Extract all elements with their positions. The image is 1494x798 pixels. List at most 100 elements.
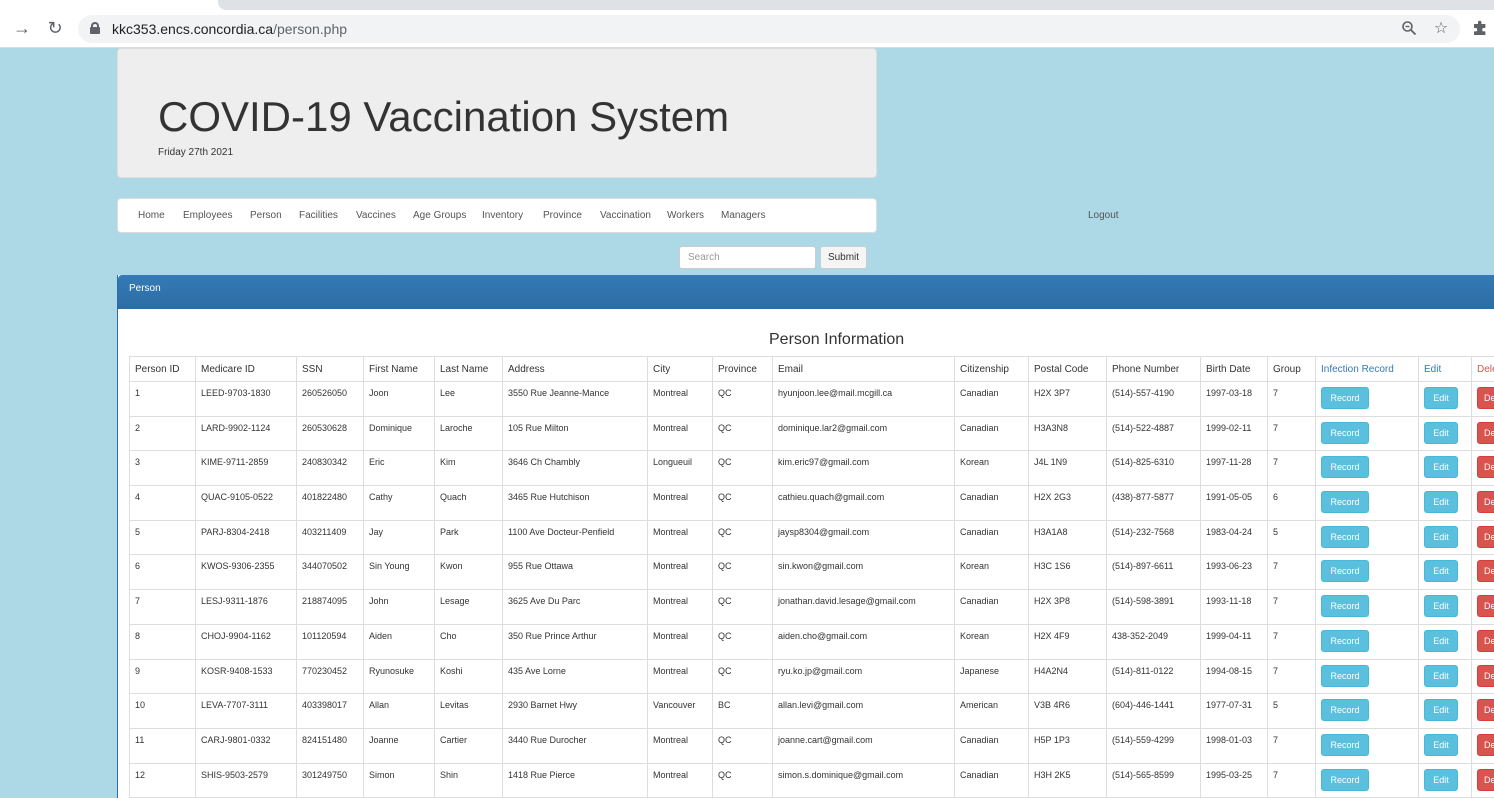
search-submit-button[interactable]: Submit — [820, 246, 867, 269]
cell-medicare-id: CHOJ-9904-1162 — [195, 623, 297, 660]
forward-icon[interactable]: → — [12, 18, 32, 38]
cell-group: 5 — [1267, 519, 1316, 556]
edit-button[interactable]: Edit — [1424, 664, 1458, 687]
record-button[interactable]: Record — [1321, 525, 1369, 548]
cell-birth-date: 1993-11-18 — [1200, 589, 1268, 625]
record-button[interactable]: Record — [1321, 491, 1369, 514]
logout-link[interactable]: Logout — [1088, 210, 1119, 221]
cell-first-name: Simon — [363, 762, 435, 798]
cell-ssn: 824151480 — [296, 727, 364, 764]
cell-birth-date: 1983-04-24 — [1200, 519, 1268, 556]
zoom-icon[interactable] — [1400, 20, 1418, 38]
url-text[interactable]: kkc353.encs.concordia.ca/person.php — [112, 21, 347, 37]
address-bar[interactable]: kkc353.encs.concordia.ca/person.php ☆ — [78, 15, 1460, 43]
cell-ssn: 401822480 — [296, 485, 364, 521]
extensions-puzzle-icon[interactable] — [1470, 19, 1490, 39]
cell-citizenship: Canadian — [954, 415, 1029, 452]
cell-first-name: Allan — [363, 693, 435, 729]
record-button[interactable]: Record — [1321, 421, 1369, 444]
nav-inventory[interactable]: Inventory — [482, 210, 523, 221]
record-button[interactable]: Record — [1321, 768, 1369, 791]
delete-button[interactable]: Delete — [1477, 733, 1494, 756]
column-header: Birth Date — [1200, 356, 1268, 382]
record-button[interactable]: Record — [1321, 387, 1369, 409]
edit-button[interactable]: Edit — [1424, 456, 1458, 479]
cell-city: Montreal — [647, 415, 713, 452]
nav-facilities[interactable]: Facilities — [299, 210, 338, 221]
edit-button[interactable]: Edit — [1424, 629, 1458, 652]
table-row: 12 SHIS-9503-2579 301249750 Simon Shin 1418 R… — [129, 762, 1494, 798]
cell-record-button: Record — [1315, 485, 1419, 521]
table-row: 6 KWOS-9306-2355 344070502 Sin Young Kwon 955… — [129, 554, 1494, 591]
edit-button[interactable]: Edit — [1424, 560, 1458, 583]
cell-city: Montreal — [647, 727, 713, 764]
cell-edit-button: Edit — [1418, 519, 1472, 556]
cell-first-name: Ryunosuke — [363, 658, 435, 695]
nav-employees[interactable]: Employees — [183, 210, 232, 221]
nav-home[interactable]: Home — [138, 210, 165, 221]
edit-button[interactable]: Edit — [1424, 525, 1458, 548]
delete-button[interactable]: Delete — [1477, 768, 1494, 791]
delete-button[interactable]: Delete — [1477, 699, 1494, 722]
cell-city: Montreal — [647, 381, 713, 417]
delete-button[interactable]: Delete — [1477, 525, 1494, 548]
nav-vaccines[interactable]: Vaccines — [356, 210, 396, 221]
delete-button[interactable]: Delete — [1477, 456, 1494, 479]
cell-edit-button: Edit — [1418, 623, 1472, 660]
record-button[interactable]: Record — [1321, 664, 1369, 687]
reload-icon[interactable]: ↻ — [45, 18, 65, 38]
cell-phone-number: (514)-559-4299 — [1106, 727, 1201, 764]
cell-person-id: 2 — [129, 415, 196, 452]
nav-age-groups[interactable]: Age Groups — [413, 210, 466, 221]
nav-workers[interactable]: Workers — [667, 210, 704, 221]
record-button[interactable]: Record — [1321, 629, 1369, 652]
browser-toolbar: → ↻ kkc353.encs.concordia.ca/person.php … — [0, 0, 1494, 48]
record-button[interactable]: Record — [1321, 595, 1369, 618]
record-button[interactable]: Record — [1321, 699, 1369, 722]
cell-address: 3550 Rue Jeanne-Mance — [502, 381, 648, 417]
cell-email: simon.s.dominique@gmail.com — [772, 762, 955, 798]
cell-delete-button: Delete — [1471, 554, 1494, 591]
cell-delete-button: Delete — [1471, 415, 1494, 452]
edit-button[interactable]: Edit — [1424, 491, 1458, 514]
edit-button[interactable]: Edit — [1424, 387, 1458, 409]
delete-button[interactable]: Delete — [1477, 560, 1494, 583]
edit-button[interactable]: Edit — [1424, 421, 1458, 444]
cell-edit-button: Edit — [1418, 415, 1472, 452]
edit-button[interactable]: Edit — [1424, 768, 1458, 791]
nav-managers[interactable]: Managers — [721, 210, 765, 221]
delete-button[interactable]: Delete — [1477, 629, 1494, 652]
cell-address: 435 Ave Lorne — [502, 658, 648, 695]
cell-province: QC — [712, 554, 773, 591]
cell-email: jonathan.david.lesage@gmail.com — [772, 589, 955, 625]
column-header: First Name — [363, 356, 435, 382]
cell-province: QC — [712, 589, 773, 625]
record-button[interactable]: Record — [1321, 560, 1369, 583]
delete-button[interactable]: Delete — [1477, 421, 1494, 444]
delete-button[interactable]: Delete — [1477, 387, 1494, 409]
nav-vaccination[interactable]: Vaccination — [600, 210, 651, 221]
cell-address: 3440 Rue Durocher — [502, 727, 648, 764]
edit-button[interactable]: Edit — [1424, 595, 1458, 618]
cell-delete-button: Delete — [1471, 623, 1494, 660]
cell-city: Vancouver — [647, 693, 713, 729]
cell-person-id: 3 — [129, 450, 196, 487]
column-header: Phone Number — [1106, 356, 1201, 382]
cell-edit-button: Edit — [1418, 450, 1472, 487]
record-button[interactable]: Record — [1321, 733, 1369, 756]
table-row: 3 KIME-9711-2859 240830342 Eric Kim 3646 Ch C… — [129, 450, 1494, 487]
edit-button[interactable]: Edit — [1424, 699, 1458, 722]
bookmark-star-icon[interactable]: ☆ — [1432, 20, 1450, 38]
delete-button[interactable]: Delete — [1477, 491, 1494, 514]
cell-group: 5 — [1267, 693, 1316, 729]
delete-button[interactable]: Delete — [1477, 595, 1494, 618]
edit-button[interactable]: Edit — [1424, 733, 1458, 756]
cell-record-button: Record — [1315, 762, 1419, 798]
record-button[interactable]: Record — [1321, 456, 1369, 479]
delete-button[interactable]: Delete — [1477, 664, 1494, 687]
cell-phone-number: (514)-232-7568 — [1106, 519, 1201, 556]
nav-person[interactable]: Person — [250, 210, 282, 221]
cell-first-name: Dominique — [363, 415, 435, 452]
search-input[interactable] — [679, 246, 816, 269]
nav-province[interactable]: Province — [543, 210, 582, 221]
